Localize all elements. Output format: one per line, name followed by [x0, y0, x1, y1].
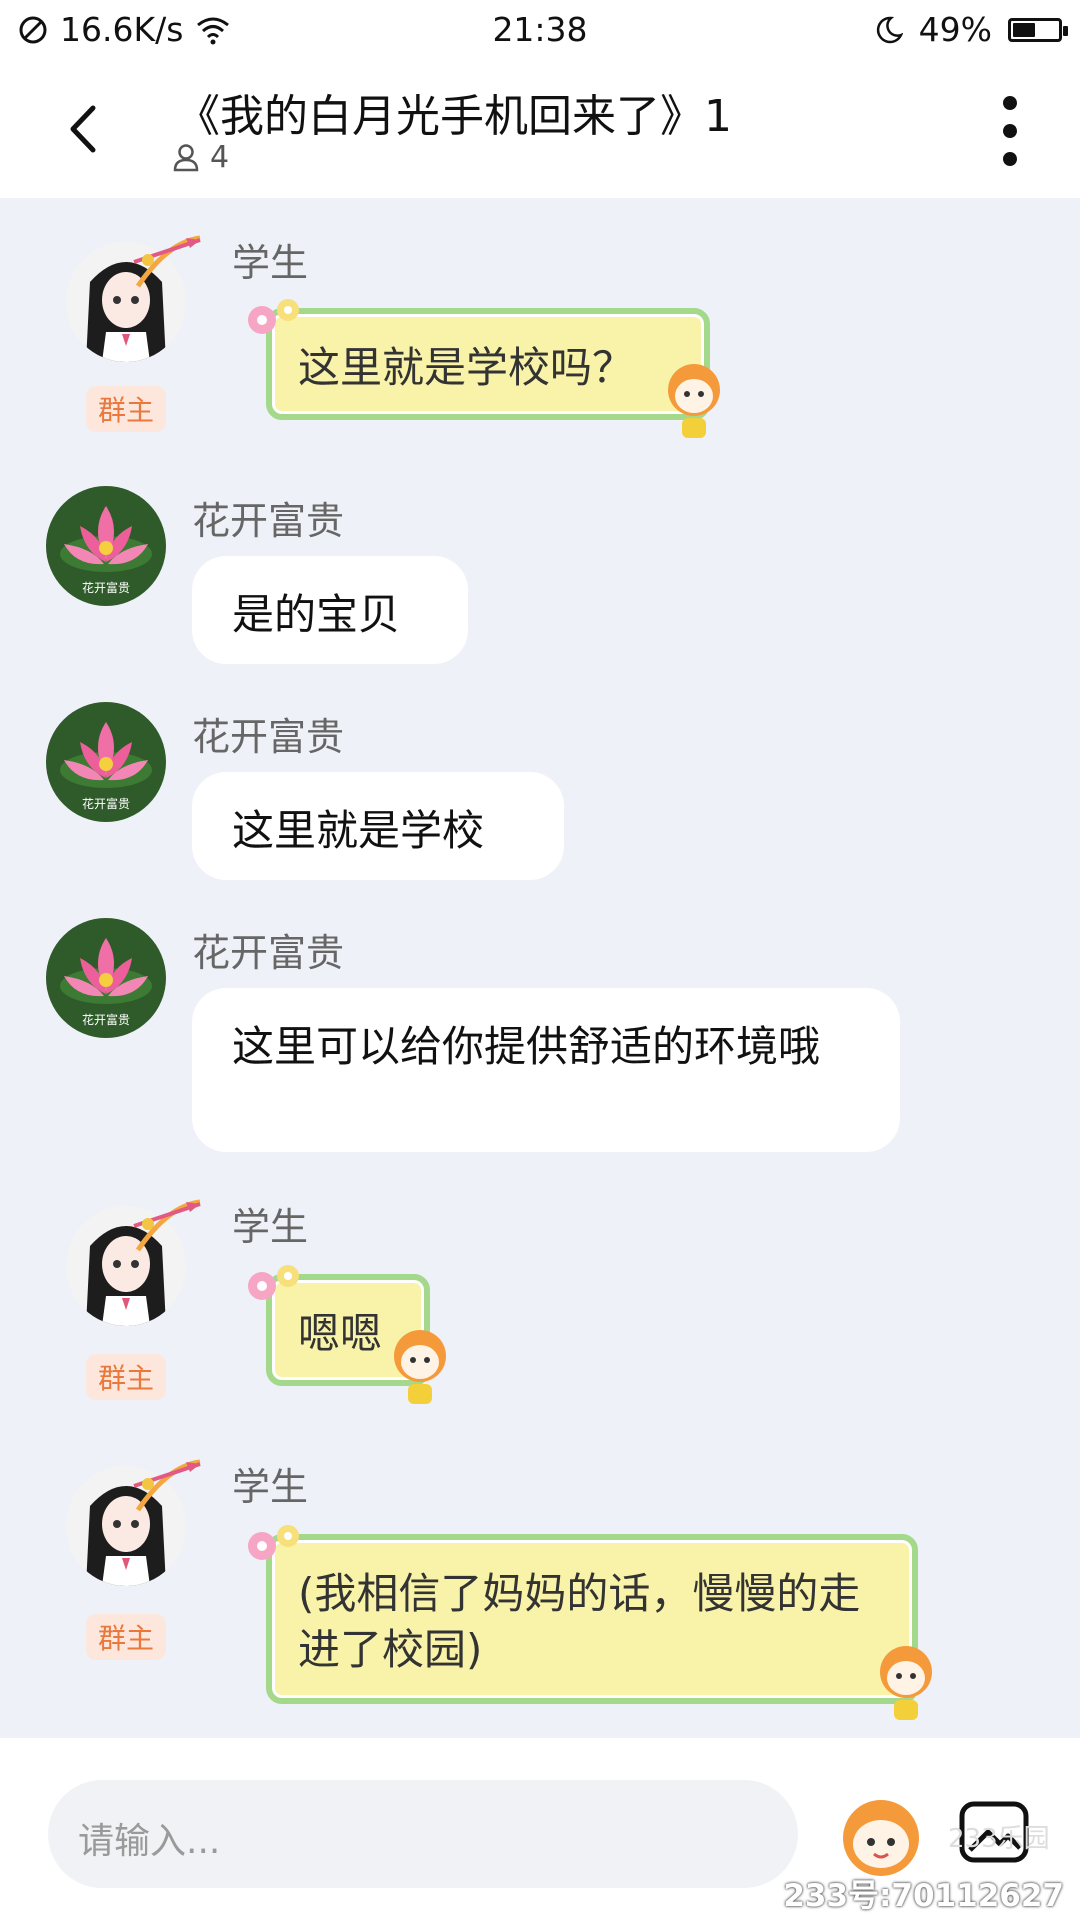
message-bubble[interactable]: (我相信了妈妈的话，慢慢的走进了校园)	[266, 1534, 918, 1704]
sender-name: 花开富贵	[192, 715, 345, 759]
mascot-emoji-icon[interactable]	[838, 1794, 924, 1880]
avatar-caption: 花开富贵	[82, 796, 130, 811]
message-text: 这里就是学校	[232, 806, 485, 855]
message-text: 是的宝贝	[232, 590, 401, 639]
mascot-sticker	[394, 1330, 446, 1404]
status-bar: 16.6K/s 21:38 49%	[0, 0, 1080, 58]
watermark-logo: 233乐园	[948, 1824, 1050, 1854]
back-arrow-icon	[70, 105, 96, 153]
sender-name: 花开富贵	[192, 499, 345, 543]
message-list: 群主 学生 这里就是学校吗？ 花开富贵 花开富贵 是的宝贝 花开富贵 花开富贵 …	[0, 198, 1080, 1738]
battery-percent: 49%	[918, 10, 992, 49]
member-count[interactable]: 4	[172, 140, 229, 175]
bow-arrow-decoration	[133, 1459, 201, 1512]
avatar-caption: 花开富贵	[82, 1012, 130, 1027]
owner-badge: 群主	[86, 386, 166, 432]
member-count-value: 4	[210, 140, 230, 175]
input-bar: 请输入... 233乐园 233号:70112627	[0, 1738, 1080, 1920]
bow-arrow-decoration	[133, 235, 201, 288]
flower-decoration	[248, 1525, 299, 1560]
bow-arrow-decoration	[133, 1199, 201, 1252]
message-text: (我相信了妈妈的话，慢慢的走进了校园)	[298, 1569, 861, 1674]
avatar-lotus[interactable]: 花开富贵	[46, 486, 166, 606]
watermark-text: 233号:70112627	[783, 1878, 1064, 1914]
owner-badge: 群主	[86, 1354, 166, 1400]
chat-title: 《我的白月光手机回来了》1	[176, 91, 732, 142]
flower-decoration	[248, 1265, 299, 1300]
mascot-sticker	[880, 1646, 932, 1720]
back-button[interactable]	[52, 94, 112, 164]
flower-decoration	[248, 299, 299, 334]
message-text: 嗯嗯	[298, 1309, 383, 1358]
message-bubble[interactable]: 是的宝贝	[192, 556, 468, 664]
owner-badge: 群主	[86, 1614, 166, 1660]
sender-name: 学生	[232, 1205, 309, 1249]
avatar-caption: 花开富贵	[82, 580, 130, 595]
more-vertical-icon[interactable]	[998, 96, 1022, 166]
message-bubble[interactable]: 这里可以给你提供舒适的环境哦	[192, 988, 900, 1152]
sender-name: 花开富贵	[192, 931, 345, 975]
battery-icon	[1008, 17, 1068, 42]
message-text: 这里就是学校吗？	[298, 343, 635, 392]
person-icon	[173, 143, 199, 171]
message-text: 这里可以给你提供舒适的环境哦	[232, 1022, 821, 1071]
chat-header: 《我的白月光手机回来了》1 4	[0, 58, 1080, 198]
message-bubble[interactable]: 这里就是学校	[192, 772, 564, 880]
moon-icon	[876, 16, 903, 43]
message-input[interactable]: 请输入...	[48, 1780, 798, 1888]
mascot-sticker	[668, 364, 720, 438]
avatar-lotus[interactable]: 花开富贵	[46, 702, 166, 822]
avatar-lotus[interactable]: 花开富贵	[46, 918, 166, 1038]
status-right: 49%	[875, 10, 1068, 49]
sender-name: 学生	[232, 1465, 309, 1509]
message-bubble[interactable]: 这里就是学校吗？	[266, 308, 710, 420]
sender-name: 学生	[232, 241, 309, 285]
